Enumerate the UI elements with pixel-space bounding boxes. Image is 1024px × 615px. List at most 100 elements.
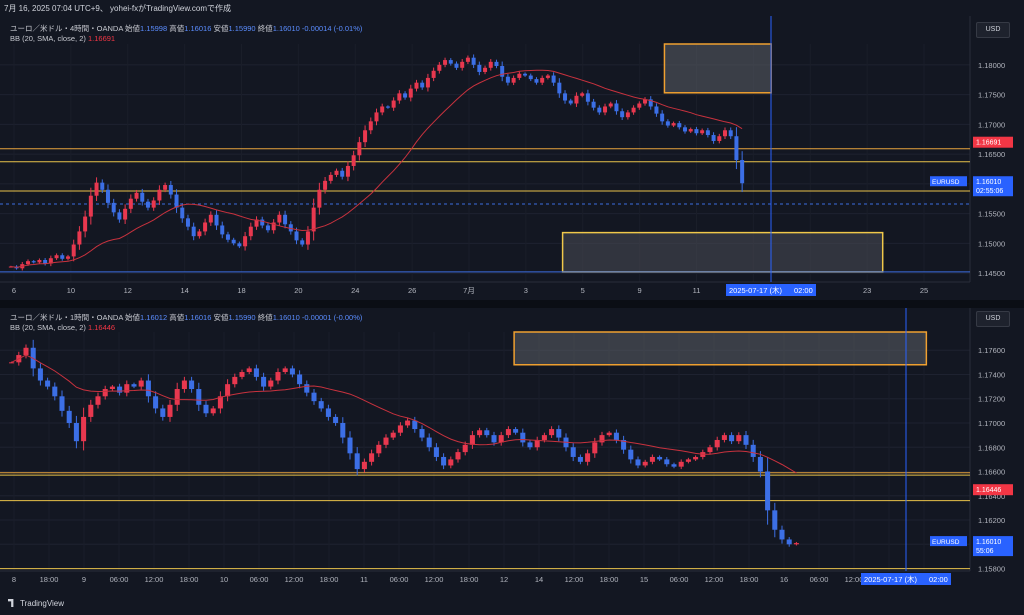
candle-body (540, 77, 545, 83)
time-tick-label: 12:00 (425, 575, 444, 584)
candle-body (268, 380, 274, 387)
candle-body (608, 103, 613, 107)
legend-symbol: ユーロ／米ドル・1時間・OANDA (10, 313, 123, 322)
currency-badge-1h[interactable]: USD (976, 311, 1010, 327)
candle-body (477, 430, 483, 436)
candle-body (163, 185, 168, 190)
candle-body (54, 255, 59, 259)
candle-body (577, 456, 583, 462)
legend-low-label: 安値 (213, 24, 229, 33)
currency-badge-4h[interactable]: USD (976, 22, 1010, 38)
candle-body (527, 442, 533, 448)
candle-body (134, 192, 139, 199)
time-tick-label: 18:00 (600, 575, 619, 584)
price-tick-label: 1.16500 (978, 150, 1005, 159)
legend-high-label: 高値 (169, 24, 185, 33)
candle-body (469, 435, 475, 445)
legend-open-label: 始値 (125, 313, 141, 322)
candle-body (334, 170, 339, 175)
candle-body (671, 123, 676, 126)
time-tick-label: 12:00 (565, 575, 584, 584)
time-tick-label: 7月 (463, 286, 475, 295)
candle-body (100, 182, 105, 190)
candle-body (347, 437, 353, 454)
price-tick-label: 1.16200 (978, 516, 1005, 525)
candle-body (283, 214, 288, 225)
candle-body (203, 222, 208, 232)
chart-pane-4h[interactable]: 1.180001.175001.170001.165001.160001.155… (0, 16, 1024, 300)
candle-body (683, 127, 688, 132)
candle-body (426, 437, 432, 448)
candle-body (305, 231, 310, 245)
candle-body (649, 456, 655, 462)
candle-body (52, 386, 58, 397)
candle-body (707, 447, 713, 453)
candle-body (513, 429, 519, 433)
candle-body (31, 261, 36, 263)
legend-change: -0.00014 (-0.01%) (301, 24, 363, 33)
chart-canvas-1h[interactable]: 1.17600 1.17400 1.17200 1.17000 1.16800 1.166… (0, 308, 1024, 593)
candle-body (66, 410, 72, 423)
candle-body (786, 539, 792, 545)
candle-body (613, 432, 619, 440)
bb-price-value: 1.16691 (976, 140, 1001, 147)
time-tick-label: 12:00 (285, 575, 304, 584)
legend-line-4h: ユーロ／米ドル・4時間・OANDA 始値1.15998 高値1.16016 安値… (10, 23, 362, 34)
last-price-value: 1.16010 (976, 179, 1001, 186)
candle-body (677, 123, 682, 128)
candle-body (614, 103, 619, 112)
candle-body (145, 380, 151, 397)
candle-body (403, 93, 408, 98)
crosshair-time: 02:00 (794, 286, 813, 295)
legend-low: 1.15990 (228, 313, 256, 322)
candle-body (311, 207, 316, 232)
candle-body (246, 368, 252, 373)
candle-body (123, 208, 128, 220)
candle-body (700, 130, 705, 134)
pane-separator[interactable] (0, 300, 1024, 308)
legend-open-label: 始値 (125, 24, 141, 33)
candle-body (664, 459, 670, 465)
candle-body (397, 93, 402, 101)
candle-body (140, 192, 145, 202)
candle-body (189, 380, 195, 390)
tradingview-logo[interactable]: TradingView (8, 599, 64, 608)
legend-low-label: 安値 (213, 313, 229, 322)
candle-body (43, 259, 48, 264)
candle-body (419, 429, 425, 438)
candle-body (323, 180, 328, 190)
time-tick-label: 24 (351, 286, 359, 295)
time-tick-label: 12 (124, 286, 132, 295)
time-tick-label: 9 (638, 286, 642, 295)
candle-body (660, 113, 665, 122)
candle-body (723, 130, 728, 137)
price-tick-label: 1.14500 (978, 269, 1005, 278)
candle-body (88, 195, 93, 217)
time-tick-label: 5 (581, 286, 585, 295)
candle-body (277, 214, 282, 223)
candle-body (157, 189, 162, 201)
price-tick-label: 1.15000 (978, 239, 1005, 248)
legend-close: 1.16010 (272, 24, 300, 33)
chart-canvas-4h[interactable]: 1.180001.175001.170001.165001.160001.155… (0, 16, 1024, 300)
candle-body (603, 106, 608, 113)
candle-body (688, 129, 693, 132)
candle-body (505, 76, 510, 83)
candle-body (460, 61, 465, 68)
candle-body (597, 107, 602, 113)
time-tick-label: 10 (220, 575, 228, 584)
candle-body (694, 129, 699, 134)
price-tick-label: 1.15500 (978, 210, 1005, 219)
legend-high: 1.16016 (184, 24, 212, 33)
candle-body (772, 510, 778, 530)
chart-pane-1h[interactable]: 1.17600 1.17400 1.17200 1.17000 1.16800 1.166… (0, 308, 1024, 593)
last-price-timer: 02:55:06 (976, 188, 1003, 195)
candle-body (465, 57, 470, 62)
candle-body (248, 226, 253, 237)
candle-body (145, 201, 150, 208)
legend-close-label: 終値 (257, 24, 273, 33)
candle-body (448, 60, 453, 64)
candle-body (9, 362, 15, 364)
candle-body (289, 368, 295, 375)
legend-open: 1.16012 (140, 313, 168, 322)
